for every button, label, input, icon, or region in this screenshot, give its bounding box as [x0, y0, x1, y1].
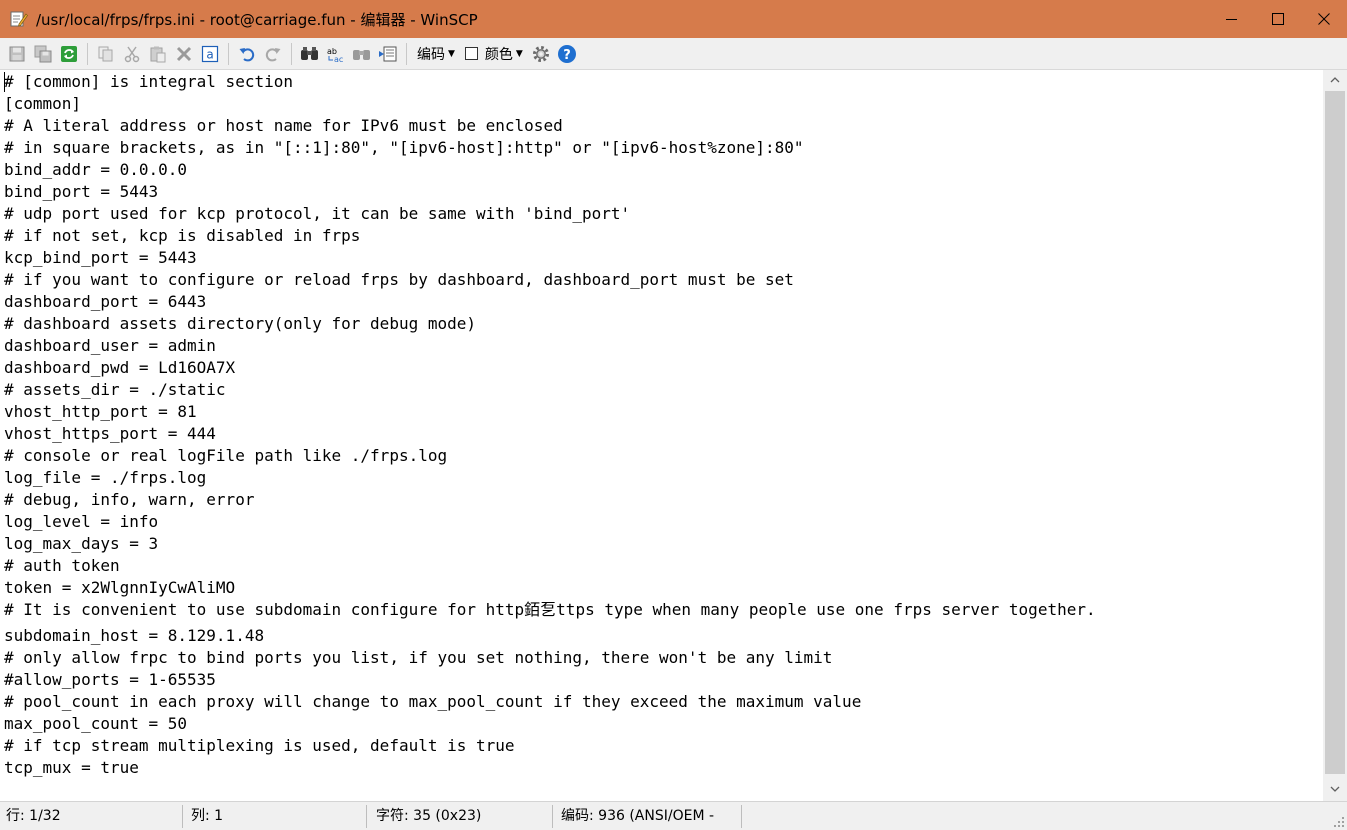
editor-line: bind_port = 5443: [4, 182, 159, 201]
close-icon: [1318, 13, 1330, 25]
editor-line: #allow_ports = 1-65535: [4, 670, 216, 689]
editor-line: # dashboard assets directory(only for de…: [4, 314, 477, 333]
save-all-icon[interactable]: [31, 42, 55, 66]
minimize-button[interactable]: [1209, 0, 1255, 38]
editor-line: log_level = info: [4, 512, 159, 531]
maximize-icon: [1272, 13, 1284, 25]
color-label: 颜色: [484, 46, 513, 63]
editor-line: [common]: [4, 94, 82, 113]
editor-line: # debug, info, warn, error: [4, 490, 255, 509]
editor-line: # if not set, kcp is disabled in frps: [4, 226, 361, 245]
encoding-label: 编码: [417, 46, 445, 63]
editor-line: tcp_mux = true: [4, 758, 139, 777]
toolbar: a ab ac 编码 ▼ 颜色 ▼ ?: [0, 38, 1347, 70]
editor-line: dashboard_pwd = Ld16OA7X: [4, 358, 236, 377]
find-icon[interactable]: [298, 42, 322, 66]
status-line: 行: 1/32: [6, 808, 61, 824]
editor-line: dashboard_user = admin: [4, 336, 216, 355]
title-bar: /usr/local/frps/frps.ini - root@carriage…: [0, 0, 1347, 38]
window-title: /usr/local/frps/frps.ini - root@carriage…: [36, 10, 478, 29]
editor-line: # A literal address or host name for IPv…: [4, 116, 563, 135]
status-character: 字符: 35 (0x23): [376, 808, 482, 824]
help-icon[interactable]: ?: [555, 42, 579, 66]
close-button[interactable]: [1301, 0, 1347, 38]
editor-line: subdomain_host = 8.129.1.48: [4, 626, 265, 645]
editor-line: # auth token: [4, 556, 120, 575]
text-caret: [4, 72, 5, 92]
editor-line: # if you want to configure or reload frp…: [4, 270, 794, 289]
scroll-down-arrow-icon[interactable]: [1323, 779, 1347, 799]
editor-line: dashboard_port = 6443: [4, 292, 207, 311]
toolbar-separator: [87, 42, 88, 65]
toolbar-separator: [406, 42, 407, 65]
status-column: 列: 1: [191, 808, 224, 824]
save-icon[interactable]: [5, 42, 29, 66]
replace-icon[interactable]: ab ac: [324, 42, 348, 66]
editor-line: max_pool_count = 50: [4, 714, 188, 733]
editor-line: # It is convenient to use subdomain conf…: [4, 600, 1096, 619]
editor-line: # [common] is integral section: [4, 72, 293, 91]
editor-line: log_max_days = 3: [4, 534, 159, 553]
text-editor[interactable]: # [common] is integral section [common] # …: [0, 70, 1323, 801]
editor-line: # pool_count in each proxy will change t…: [4, 692, 862, 711]
minimize-icon: [1226, 19, 1237, 20]
paste-icon[interactable]: [146, 42, 170, 66]
status-divider: [741, 805, 742, 828]
svg-text:?: ?: [563, 48, 571, 63]
delete-icon[interactable]: [172, 42, 196, 66]
redo-icon[interactable]: [261, 42, 285, 66]
maximize-button[interactable]: [1255, 0, 1301, 38]
status-divider: [182, 805, 183, 828]
svg-text:ac: ac: [334, 55, 343, 63]
editor-line: # assets_dir = ./static: [4, 380, 226, 399]
editor-line: # in square brackets, as in "[::1]:80", …: [4, 138, 804, 157]
scroll-up-arrow-icon[interactable]: [1323, 70, 1347, 90]
reload-icon[interactable]: [57, 42, 81, 66]
find-next-icon[interactable]: [350, 42, 374, 66]
svg-text:a: a: [206, 47, 213, 61]
toolbar-separator: [228, 42, 229, 65]
editor-line: # udp port used for kcp protocol, it can…: [4, 204, 631, 223]
goto-line-icon[interactable]: [376, 42, 400, 66]
editor-line: vhost_https_port = 444: [4, 424, 216, 443]
status-encoding: 编码: 936 (ANSI/OEM -: [561, 808, 715, 824]
color-dropdown[interactable]: 颜色 ▼: [462, 42, 526, 66]
status-divider: [552, 805, 553, 828]
status-divider: [366, 805, 367, 828]
resize-grip-icon[interactable]: [1333, 816, 1345, 828]
chevron-down-icon: ▼: [448, 48, 455, 59]
encoding-dropdown[interactable]: 编码 ▼: [414, 42, 458, 66]
undo-icon[interactable]: [235, 42, 259, 66]
vertical-scrollbar[interactable]: [1323, 70, 1347, 801]
editor-line: kcp_bind_port = 5443: [4, 248, 197, 267]
editor-line: vhost_http_port = 81: [4, 402, 197, 421]
select-all-icon[interactable]: a: [198, 42, 222, 66]
editor-line: log_file = ./frps.log: [4, 468, 207, 487]
editor-line: # console or real logFile path like ./fr…: [4, 446, 448, 465]
chevron-down-icon: ▼: [515, 48, 523, 59]
editor-app-icon: [8, 8, 30, 30]
editor-line: # only allow frpc to bind ports you list…: [4, 648, 833, 667]
cut-icon[interactable]: [120, 42, 144, 66]
scrollbar-thumb[interactable]: [1325, 91, 1345, 774]
status-bar: 行: 1/32 列: 1 字符: 35 (0x23) 编码: 936 (ANSI…: [0, 801, 1347, 830]
copy-icon[interactable]: [94, 42, 118, 66]
toolbar-separator: [291, 42, 292, 65]
editor-line: # if tcp stream multiplexing is used, de…: [4, 736, 515, 755]
editor-line: bind_addr = 0.0.0.0: [4, 160, 188, 179]
color-checkbox[interactable]: [464, 47, 478, 60]
editor-line: token = x2WlgnnIyCwAliMO: [4, 578, 236, 597]
settings-icon[interactable]: [529, 42, 553, 66]
